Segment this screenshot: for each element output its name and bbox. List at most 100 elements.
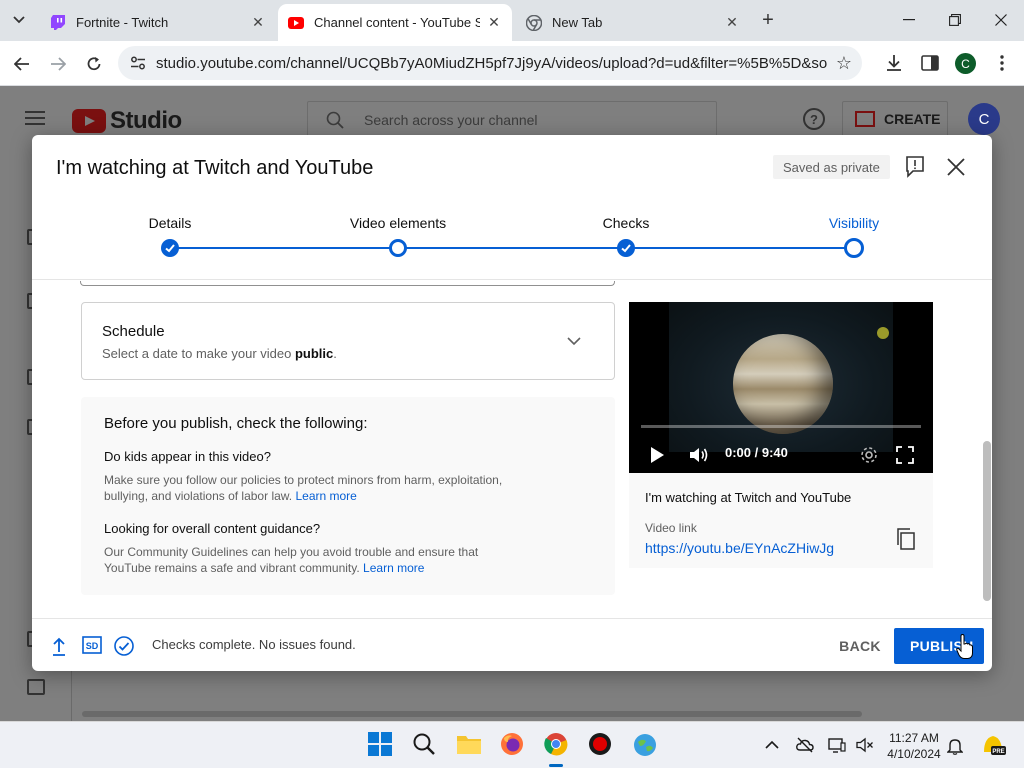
display-icon[interactable] xyxy=(828,737,846,755)
upload-stepper: Details Video elements Checks Visibility xyxy=(32,199,992,280)
learn-more-link[interactable]: Learn more xyxy=(295,489,356,503)
create-button[interactable]: CREATE xyxy=(842,101,948,137)
url-text: studio.youtube.com/channel/UCQBb7yA0Miud… xyxy=(156,55,828,72)
previous-option-field[interactable] xyxy=(80,281,615,286)
video-time: 0:00 / 9:40 xyxy=(725,445,788,460)
studio-logo[interactable]: Studio xyxy=(72,107,182,135)
checklist-question-kids: Do kids appear in this video? xyxy=(104,449,271,464)
system-clock[interactable]: 11:27 AM 4/10/2024 xyxy=(880,730,948,762)
tab-new-tab[interactable]: New Tab ✕ xyxy=(516,4,750,41)
more-menu-icon[interactable] xyxy=(991,52,1013,74)
close-tab-icon[interactable]: ✕ xyxy=(724,14,740,31)
taskbar-search-icon[interactable] xyxy=(412,732,438,758)
horizontal-scrollbar[interactable] xyxy=(82,711,862,717)
step-details-label[interactable]: Details xyxy=(149,215,192,231)
active-app-indicator xyxy=(549,764,563,767)
stepper-line xyxy=(170,247,854,249)
tab-search-chevron-icon[interactable] xyxy=(6,9,32,31)
close-tab-icon[interactable]: ✕ xyxy=(250,14,266,31)
tab-youtube-studio[interactable]: Channel content - YouTube Studio ✕ xyxy=(278,4,512,41)
new-tab-plus-icon[interactable]: + xyxy=(758,9,778,31)
channel-avatar[interactable]: C xyxy=(968,103,1000,135)
video-player[interactable]: 0:00 / 9:40 xyxy=(629,302,933,473)
settings-gear-icon[interactable] xyxy=(859,445,879,465)
site-settings-icon[interactable] xyxy=(130,55,146,71)
tab-twitch[interactable]: Fortnite - Twitch ✕ xyxy=(40,4,276,41)
schedule-description: Select a date to make your video public. xyxy=(102,346,337,361)
search-icon xyxy=(326,111,344,129)
close-dialog-icon[interactable] xyxy=(945,156,967,178)
firefox-icon[interactable] xyxy=(500,732,526,758)
upload-dialog: I'm watching at Twitch and YouTube Saved… xyxy=(32,135,992,671)
learn-more-link[interactable]: Learn more xyxy=(363,561,424,575)
step-video-elements-label[interactable]: Video elements xyxy=(350,215,446,231)
channel-search-input[interactable]: Search across your channel xyxy=(307,101,717,138)
tab-label: Channel content - YouTube Studio xyxy=(314,15,480,30)
video-link[interactable]: https://youtu.be/EYnAcZHiwJg xyxy=(645,540,834,556)
browser-tab-bar: Fortnite - Twitch ✕ Channel content - Yo… xyxy=(0,0,1024,41)
schedule-section[interactable]: Schedule Select a date to make your vide… xyxy=(81,302,615,380)
cloud-offline-icon[interactable] xyxy=(796,737,814,755)
report-flag-icon[interactable] xyxy=(905,156,925,178)
reload-icon[interactable] xyxy=(81,51,107,77)
screen-recorder-icon[interactable] xyxy=(588,732,614,758)
checks-status-text: Checks complete. No issues found. xyxy=(152,637,356,652)
create-video-icon xyxy=(855,111,875,127)
browser-toolbar: studio.youtube.com/channel/UCQBb7yA0Miud… xyxy=(0,41,1024,86)
checklist-answer-kids: Make sure you follow our policies to pro… xyxy=(104,473,503,503)
hand-cursor-icon xyxy=(956,633,974,660)
windows-taskbar: 11:27 AM 4/10/2024 PRE xyxy=(0,721,1024,768)
volume-icon[interactable] xyxy=(688,445,708,465)
upload-icon[interactable] xyxy=(50,636,70,656)
notification-bell-icon[interactable] xyxy=(946,737,965,755)
saved-status-badge: Saved as private xyxy=(773,155,890,179)
step-visibility-label[interactable]: Visibility xyxy=(829,215,879,231)
windows-start-icon[interactable] xyxy=(368,732,394,758)
forward-arrow-icon[interactable] xyxy=(45,51,71,77)
video-progress-bar[interactable] xyxy=(641,425,921,428)
rail-feedback-icon[interactable] xyxy=(27,679,45,695)
dialog-scrollbar[interactable] xyxy=(983,441,991,601)
checklist-title: Before you publish, check the following: xyxy=(104,415,368,432)
close-window-icon[interactable] xyxy=(989,8,1013,32)
back-button[interactable]: BACK xyxy=(830,629,890,663)
step-details-check-icon[interactable] xyxy=(161,239,179,257)
svg-text:SD: SD xyxy=(86,641,99,651)
chrome-taskbar-icon[interactable] xyxy=(544,732,570,758)
dialog-footer: SD Checks complete. No issues found. BAC… xyxy=(32,618,992,671)
side-panel-icon[interactable] xyxy=(919,52,941,74)
copy-icon[interactable] xyxy=(896,528,916,550)
show-hidden-icons-chevron-icon[interactable] xyxy=(764,737,782,755)
pre-publish-checklist: Before you publish, check the following:… xyxy=(81,397,615,595)
address-bar[interactable]: studio.youtube.com/channel/UCQBb7yA0Miud… xyxy=(118,46,862,80)
studio-logo-text: Studio xyxy=(110,107,182,134)
browser-profile-avatar[interactable]: C xyxy=(955,53,976,74)
step-visibility-dot-icon[interactable] xyxy=(844,238,864,258)
back-arrow-icon[interactable] xyxy=(9,51,35,77)
checks-complete-icon[interactable] xyxy=(114,636,134,656)
download-icon[interactable] xyxy=(883,52,905,74)
youtube-logo-icon xyxy=(72,109,106,133)
checklist-question-guidance: Looking for overall content guidance? xyxy=(104,521,321,536)
copilot-preview-icon[interactable]: PRE xyxy=(980,732,1006,758)
help-icon[interactable]: ? xyxy=(803,108,825,130)
hamburger-menu-icon[interactable] xyxy=(25,111,45,125)
speaker-muted-icon[interactable] xyxy=(856,737,874,755)
restore-icon[interactable] xyxy=(943,8,967,32)
close-tab-icon[interactable]: ✕ xyxy=(486,14,502,31)
chevron-down-icon[interactable] xyxy=(566,333,582,349)
twitch-favicon-icon xyxy=(50,14,66,31)
video-title: I'm watching at Twitch and YouTube xyxy=(645,490,852,505)
step-checks-label[interactable]: Checks xyxy=(603,215,650,231)
tab-label: New Tab xyxy=(552,15,603,30)
minimize-icon[interactable] xyxy=(897,8,921,32)
step-video-elements-dot-icon[interactable] xyxy=(389,239,407,257)
file-explorer-icon[interactable] xyxy=(456,732,482,758)
play-icon[interactable] xyxy=(647,445,667,465)
bookmark-star-icon[interactable]: ☆ xyxy=(836,53,852,74)
search-placeholder: Search across your channel xyxy=(364,112,538,128)
fullscreen-icon[interactable] xyxy=(895,445,915,465)
maps-app-icon[interactable] xyxy=(632,732,658,758)
sd-quality-icon[interactable]: SD xyxy=(82,636,102,656)
step-checks-check-icon[interactable] xyxy=(617,239,635,257)
